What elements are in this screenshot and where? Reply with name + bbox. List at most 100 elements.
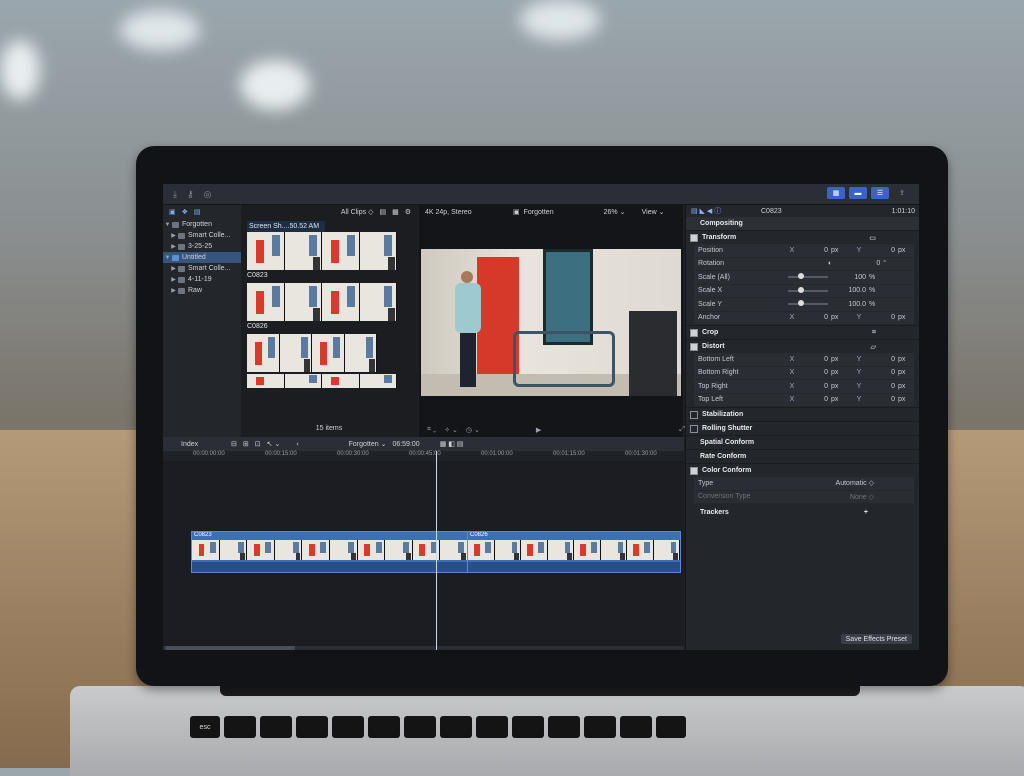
function-key[interactable]: [332, 716, 364, 738]
timeline-clip[interactable]: C0826: [467, 531, 681, 573]
filmstrip-view-icon[interactable]: ▤: [379, 208, 386, 216]
audio-meters-icon[interactable]: ▦ ◧ ▤: [440, 440, 464, 448]
library-icon[interactable]: ▣: [169, 208, 176, 216]
timeline-project-name[interactable]: Forgotten ⌄: [349, 440, 387, 448]
rotation-dial-icon[interactable]: ◐: [828, 260, 832, 267]
filmstrip[interactable]: [247, 283, 397, 321]
video-frame[interactable]: [421, 249, 681, 396]
function-key[interactable]: [260, 716, 292, 738]
stabilization-section[interactable]: Stabilization: [686, 407, 919, 421]
disclosure-triangle-icon[interactable]: ▼: [163, 255, 172, 261]
play-button[interactable]: ▶: [536, 426, 541, 434]
key-icon[interactable]: ⚷: [187, 189, 194, 200]
check-circle-icon[interactable]: ◎: [204, 189, 212, 200]
settings-icon[interactable]: ⚙: [405, 208, 411, 216]
transform-section[interactable]: Transform ▭: [686, 230, 919, 244]
function-key[interactable]: [224, 716, 256, 738]
timeline-toggle-button[interactable]: ▬: [849, 187, 867, 199]
library-item-event[interactable]: ▶ 3-25-25: [163, 241, 241, 252]
scale-all-field[interactable]: 100: [844, 274, 866, 281]
rolling-shutter-checkbox[interactable]: [690, 424, 698, 433]
timeline-clip[interactable]: C0823: [191, 531, 469, 573]
type-dropdown[interactable]: Automatic ◇: [836, 479, 874, 487]
zoom-dropdown[interactable]: 26% ⌄: [604, 208, 642, 216]
timeline-scrollbar[interactable]: [163, 646, 684, 650]
esc-key[interactable]: esc: [190, 716, 220, 738]
library-item-smart-collections[interactable]: ▶ Smart Colle...: [163, 263, 241, 274]
speed-icon[interactable]: ◷ ⌄: [466, 426, 480, 434]
inspector-tab-icons[interactable]: ▤ ◣ ◀ ⓘ: [691, 206, 761, 216]
anchor-x-field[interactable]: 0: [806, 314, 828, 321]
function-key[interactable]: [584, 716, 616, 738]
clip-thumbnail[interactable]: Screen Sh....50.52 AM C0823: [247, 221, 417, 281]
library-item-event[interactable]: ▶ Raw: [163, 285, 241, 296]
photos-icon[interactable]: ❖: [182, 208, 188, 216]
view-dropdown[interactable]: View ⌄: [642, 208, 665, 216]
disclosure-triangle-icon[interactable]: ▶: [169, 276, 178, 283]
scale-slider[interactable]: [788, 273, 828, 280]
disclosure-triangle-icon[interactable]: ▶: [169, 232, 178, 239]
add-tracker-icon[interactable]: +: [864, 509, 868, 516]
list-view-icon[interactable]: ▦: [392, 208, 399, 216]
conversion-type-dropdown[interactable]: None ◇: [850, 493, 874, 501]
clip-thumbnail[interactable]: [247, 334, 417, 372]
select-tool-icon[interactable]: ↖ ⌄: [267, 440, 281, 448]
clip-appearance-icon[interactable]: ⊟: [231, 440, 237, 448]
distort-x-field[interactable]: 0: [806, 369, 828, 376]
clip-thumbnail[interactable]: C0826: [247, 283, 417, 332]
distort-x-field[interactable]: 0: [806, 383, 828, 390]
function-key[interactable]: [548, 716, 580, 738]
overwrite-icon[interactable]: ⊡: [255, 440, 261, 448]
append-icon[interactable]: ⊞: [243, 440, 249, 448]
distort-y-field[interactable]: 0: [873, 369, 895, 376]
scale-slider[interactable]: [788, 300, 828, 307]
crop-overlay-icon[interactable]: ⌗: [872, 329, 876, 337]
distort-checkbox[interactable]: [690, 342, 698, 351]
clip-filter-dropdown[interactable]: All Clips ◇: [341, 208, 374, 216]
crop-icon[interactable]: ⌗ ⌄: [427, 426, 436, 434]
transform-checkbox[interactable]: [690, 233, 698, 242]
distort-y-field[interactable]: 0: [873, 356, 895, 363]
index-button[interactable]: Index: [163, 441, 231, 448]
distort-overlay-icon[interactable]: ▱: [871, 343, 876, 351]
distort-x-field[interactable]: 0: [806, 356, 828, 363]
magic-wand-icon[interactable]: ✧ ⌄: [444, 426, 458, 434]
trackers-section[interactable]: Trackers +: [686, 506, 919, 519]
scrollbar-thumb[interactable]: [165, 646, 295, 650]
distort-y-field[interactable]: 0: [873, 396, 895, 403]
transform-overlay-icon[interactable]: ▭: [869, 234, 876, 242]
library-item-event[interactable]: ▶ 4-11-19: [163, 274, 241, 285]
disclosure-triangle-icon[interactable]: ▼: [163, 222, 172, 228]
function-key[interactable]: [476, 716, 508, 738]
share-icon[interactable]: ⇪: [893, 187, 911, 199]
browser-toggle-button[interactable]: ▦: [827, 187, 845, 199]
position-y-field[interactable]: 0: [873, 247, 895, 254]
scale-y-field[interactable]: 100.0: [844, 301, 866, 308]
distort-x-field[interactable]: 0: [806, 396, 828, 403]
position-x-field[interactable]: 0: [806, 247, 828, 254]
compositing-section[interactable]: Compositing: [686, 217, 919, 230]
rate-conform-section[interactable]: Rate Conform: [686, 449, 919, 463]
crop-checkbox[interactable]: [690, 328, 698, 337]
timeline-track-area[interactable]: C0823 C0826: [163, 461, 684, 650]
color-conform-checkbox[interactable]: [690, 466, 698, 475]
anchor-y-field[interactable]: 0: [873, 314, 895, 321]
library-item-smart-collections[interactable]: ▶ Smart Colle...: [163, 230, 241, 241]
spatial-conform-section[interactable]: Spatial Conform: [686, 435, 919, 449]
function-key[interactable]: [404, 716, 436, 738]
filmstrip[interactable]: [247, 232, 397, 270]
distort-section[interactable]: Distort ▱: [686, 339, 919, 353]
color-conform-section[interactable]: Color Conform: [686, 463, 919, 477]
clip-thumbnail[interactable]: [247, 374, 417, 388]
library-item-forgotten[interactable]: ▼ Forgotten: [163, 219, 241, 230]
stabilization-checkbox[interactable]: [690, 410, 698, 419]
function-key[interactable]: [440, 716, 472, 738]
function-key[interactable]: [620, 716, 652, 738]
function-key[interactable]: [512, 716, 544, 738]
scale-slider[interactable]: [788, 286, 828, 293]
disclosure-triangle-icon[interactable]: ▶: [169, 243, 178, 250]
rotation-field[interactable]: 0: [858, 260, 880, 267]
rolling-shutter-section[interactable]: Rolling Shutter: [686, 421, 919, 435]
disclosure-triangle-icon[interactable]: ▶: [169, 287, 178, 294]
crop-section[interactable]: Crop ⌗: [686, 325, 919, 339]
